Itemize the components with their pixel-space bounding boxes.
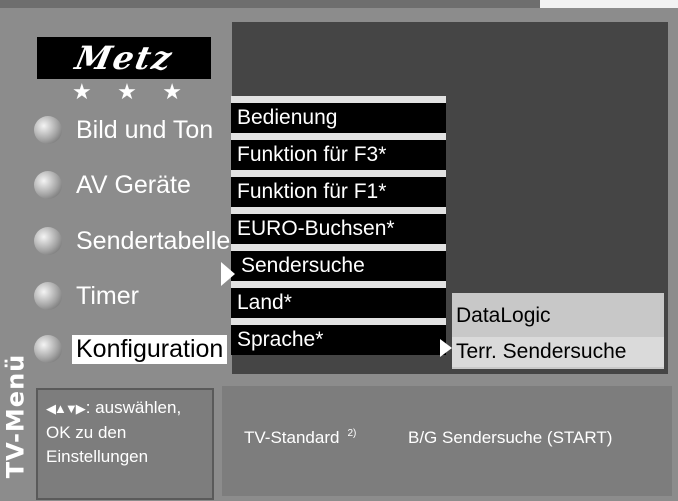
menu-item-label: Timer <box>76 281 139 310</box>
sendersuche-options: DataLogic Terr. Sendersuche <box>452 293 664 369</box>
selection-arrow-icon <box>221 262 235 286</box>
selection-arrow-icon <box>440 339 452 357</box>
submenu-item-label: Funktion für F3* <box>237 143 387 166</box>
menu-ball-icon <box>34 282 62 310</box>
submenu-item-label: Land* <box>237 291 292 314</box>
menu-item-av-geraete[interactable]: AV Geräte <box>34 167 195 203</box>
menu-title-vertical: TV-Menü <box>0 330 30 501</box>
menu-item-label: Bild und Ton <box>76 115 214 144</box>
submenu-item-land[interactable]: Land* <box>231 281 446 318</box>
menu-title: TV-Menü <box>1 353 29 478</box>
top-border-light <box>540 0 678 8</box>
help-box: ◀▲▼▶: auswählen, OK zu den Einstellungen <box>36 388 214 500</box>
star-icon: ★ <box>117 80 137 105</box>
submenu-item-label: Sendersuche <box>241 254 365 277</box>
navigation-arrows-icon: ◀▲▼▶ <box>46 401 86 416</box>
tv-screen: TV-Menü Metz ★ ★ ★ Bild und Ton AV Gerät… <box>0 0 678 501</box>
menu-ball-icon <box>34 171 62 199</box>
option-datalogic[interactable]: DataLogic <box>452 301 664 331</box>
submenu-item-sendersuche[interactable]: Sendersuche <box>231 244 446 281</box>
menu-ball-icon <box>34 227 62 255</box>
submenu-item-funktion-f1[interactable]: Funktion für F1* <box>231 170 446 207</box>
info-bar: TV-Standard 2) B/G Sendersuche (START) <box>222 386 672 496</box>
help-line-1: : auswählen, <box>85 398 182 417</box>
menu-item-label: Konfiguration <box>72 334 228 364</box>
menu-item-konfiguration[interactable]: Konfiguration <box>34 331 228 367</box>
metz-logo: Metz <box>37 37 211 79</box>
logo-stars: ★ ★ ★ <box>72 82 182 104</box>
option-label: DataLogic <box>456 304 551 327</box>
menu-item-sendertabelle[interactable]: Sendertabelle <box>34 223 234 259</box>
star-icon: ★ <box>162 80 182 105</box>
menu-ball-icon <box>34 116 62 144</box>
logo-text: Metz <box>71 39 177 77</box>
menu-item-label: AV Geräte <box>76 170 191 199</box>
submenu-item-euro-buchsen[interactable]: EURO-Buchsen* <box>231 207 446 244</box>
star-icon: ★ <box>72 80 92 105</box>
menu-item-bild-und-ton[interactable]: Bild und Ton <box>34 112 217 148</box>
submenu-item-sprache[interactable]: Sprache* <box>231 318 446 355</box>
help-text: ◀▲▼▶: auswählen, OK zu den Einstellungen <box>46 396 206 469</box>
tv-standard-label: TV-Standard <box>244 428 340 447</box>
help-line-3: Einstellungen <box>46 447 149 466</box>
submenu-item-funktion-f3[interactable]: Funktion für F3* <box>231 133 446 170</box>
menu-item-label: Sendertabelle <box>76 226 231 255</box>
footnote-mark: 2) <box>347 428 357 440</box>
submenu-item-label: Sprache* <box>237 328 324 351</box>
top-border <box>0 0 540 8</box>
submenu-item-label: Bedienung <box>237 106 338 129</box>
submenu-item-bedienung[interactable]: Bedienung <box>231 96 446 133</box>
sendersuche-start-label: B/G Sendersuche (START) <box>408 428 613 447</box>
option-label: Terr. Sendersuche <box>456 340 627 363</box>
tv-standard: TV-Standard 2) <box>244 428 356 448</box>
menu-item-timer[interactable]: Timer <box>34 278 143 314</box>
submenu-item-label: Funktion für F1* <box>237 180 387 203</box>
help-line-2: OK zu den <box>46 423 127 442</box>
menu-ball-icon <box>34 335 62 363</box>
submenu-item-label: EURO-Buchsen* <box>237 217 395 240</box>
option-terr-sendersuche[interactable]: Terr. Sendersuche <box>452 337 664 367</box>
